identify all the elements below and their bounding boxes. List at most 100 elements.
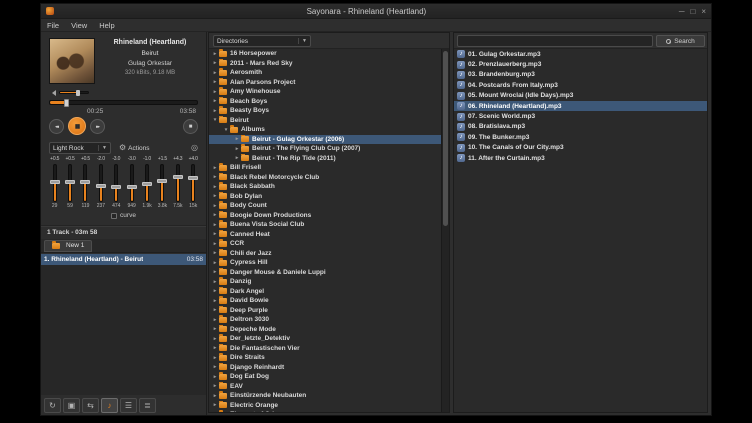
eq-handle[interactable] <box>50 180 60 184</box>
list-button[interactable]: ☰ <box>120 398 137 413</box>
eq-handle[interactable] <box>111 185 121 189</box>
tree-scrollbar-thumb[interactable] <box>443 51 448 226</box>
chevron-down-icon[interactable]: ▾ <box>211 117 219 123</box>
chevron-right-icon[interactable]: ▸ <box>211 184 219 190</box>
eq-slider-3.8k[interactable] <box>155 164 170 202</box>
tree-item[interactable]: ▸16 Horsepower <box>209 49 441 59</box>
chevron-right-icon[interactable]: ▸ <box>233 146 241 152</box>
append-button[interactable]: ♪ <box>101 398 118 413</box>
curve-checkbox[interactable] <box>111 213 117 219</box>
seek-slider[interactable] <box>49 100 198 105</box>
chevron-right-icon[interactable]: ▸ <box>211 108 219 114</box>
tree-item[interactable]: ▸Depeche Mode <box>209 325 441 335</box>
tree-item[interactable]: ▸Body Count <box>209 201 441 211</box>
tree-item[interactable]: ▸Beirut - The Rip Tide (2011) <box>209 154 441 164</box>
chevron-down-icon[interactable]: ▾ <box>222 127 230 133</box>
chevron-right-icon[interactable]: ▸ <box>211 70 219 76</box>
tree-item[interactable]: ▸David Bowie <box>209 296 441 306</box>
eq-slider-474[interactable] <box>109 164 124 202</box>
album-art[interactable] <box>49 38 95 84</box>
volume-slider[interactable] <box>59 91 89 94</box>
chevron-right-icon[interactable]: ▸ <box>211 212 219 218</box>
playlist-entry[interactable]: 1. Rhineland (Heartland) - Beirut03:58 <box>41 254 206 265</box>
chevron-right-icon[interactable]: ▸ <box>211 402 219 408</box>
tree-item[interactable]: ▸Einstürzende Neubauten <box>209 391 441 401</box>
playlist-tab[interactable]: New 1 <box>44 240 92 252</box>
eq-handle[interactable] <box>188 176 198 180</box>
eq-handle[interactable] <box>173 175 183 179</box>
chevron-right-icon[interactable]: ▸ <box>211 383 219 389</box>
tree-item[interactable]: ▸Boogie Down Productions <box>209 211 441 221</box>
eq-handle[interactable] <box>65 180 75 184</box>
minimize-icon[interactable]: ─ <box>679 7 685 16</box>
chevron-right-icon[interactable]: ▸ <box>211 203 219 209</box>
repeat-button[interactable]: ↻ <box>44 398 61 413</box>
tree-item[interactable]: ▸Alan Parsons Project <box>209 78 441 88</box>
eq-slider-1.9k[interactable] <box>139 164 154 202</box>
tree-item[interactable]: ▸Bill Frisell <box>209 163 441 173</box>
chevron-right-icon[interactable]: ▸ <box>211 317 219 323</box>
chevron-right-icon[interactable]: ▸ <box>211 222 219 228</box>
eq-handle[interactable] <box>157 179 167 183</box>
file-item[interactable]: ♪05. Mount Wroclai (Idle Days).mp3 <box>454 91 707 101</box>
search-input[interactable] <box>457 35 653 47</box>
eq-slider-119[interactable] <box>78 164 93 202</box>
next-button[interactable]: ▸▸ <box>90 119 105 134</box>
eq-slider-29[interactable] <box>47 164 62 202</box>
chevron-right-icon[interactable]: ▸ <box>233 155 241 161</box>
equalizer-preset-select[interactable]: Light Rock ▼ <box>49 142 111 154</box>
tree-item[interactable]: ▸Die Fantastischen Vier <box>209 344 441 354</box>
library-view-select[interactable]: Directories ▼ <box>213 35 311 47</box>
tree-item[interactable]: ▸Chili der Jazz <box>209 249 441 259</box>
file-item[interactable]: ♪09. The Bunker.mp3 <box>454 132 707 142</box>
chevron-right-icon[interactable]: ▸ <box>211 288 219 294</box>
tree-item[interactable]: ▸Dire Straits <box>209 353 441 363</box>
tree-item[interactable]: ▸Black Sabbath <box>209 182 441 192</box>
chevron-right-icon[interactable]: ▸ <box>211 260 219 266</box>
eq-handle[interactable] <box>142 182 152 186</box>
broadcast-icon[interactable]: ◎ <box>191 142 198 154</box>
chevron-right-icon[interactable]: ▸ <box>211 336 219 342</box>
eq-slider-949[interactable] <box>124 164 139 202</box>
tree-item[interactable]: ▸Beirut - The Flying Club Cup (2007) <box>209 144 441 154</box>
chevron-right-icon[interactable]: ▸ <box>211 364 219 370</box>
file-item[interactable]: ♪06. Rhineland (Heartland).mp3 <box>454 101 707 111</box>
tree-item[interactable]: ▸CCR <box>209 239 441 249</box>
file-item[interactable]: ♪10. The Canals of Our City.mp3 <box>454 143 707 153</box>
tree-item[interactable]: ▸Deltron 3030 <box>209 315 441 325</box>
file-item[interactable]: ♪08. Bratislava.mp3 <box>454 122 707 132</box>
play-pause-button[interactable]: ▮▮ <box>68 117 86 135</box>
seek-handle[interactable] <box>64 99 69 107</box>
chevron-right-icon[interactable]: ▸ <box>211 98 219 104</box>
tree-item[interactable]: ▸Buena Vista Social Club <box>209 220 441 230</box>
tree-item[interactable]: ▸Electric Orange <box>209 401 441 411</box>
eq-handle[interactable] <box>127 185 137 189</box>
chevron-right-icon[interactable]: ▸ <box>211 174 219 180</box>
volume-handle[interactable] <box>76 90 80 96</box>
chevron-right-icon[interactable]: ▸ <box>211 298 219 304</box>
tree-item[interactable]: ▸Canned Heat <box>209 230 441 240</box>
chevron-right-icon[interactable]: ▸ <box>211 269 219 275</box>
tree-item[interactable]: ▸Dark Angel <box>209 287 441 297</box>
eq-handle[interactable] <box>96 184 106 188</box>
chevron-right-icon[interactable]: ▸ <box>211 193 219 199</box>
chevron-right-icon[interactable]: ▸ <box>211 241 219 247</box>
tree-scrollbar[interactable] <box>441 49 449 412</box>
tree-item[interactable]: ▸Beirut - Gulag Orkestar (2006) <box>209 135 441 145</box>
tree-item[interactable]: ▸Beasty Boys <box>209 106 441 116</box>
file-item[interactable]: ♪11. After the Curtain.mp3 <box>454 153 707 163</box>
chevron-right-icon[interactable]: ▸ <box>211 89 219 95</box>
file-item[interactable]: ♪03. Brandenburg.mp3 <box>454 70 707 80</box>
file-item[interactable]: ♪01. Gulag Orkestar.mp3 <box>454 49 707 59</box>
file-item[interactable]: ♪07. Scenic World.mp3 <box>454 111 707 121</box>
tree-item[interactable]: ▸Deep Purple <box>209 306 441 316</box>
chevron-right-icon[interactable]: ▸ <box>211 165 219 171</box>
tree-item[interactable]: ▸Der_letzte_Detektiv <box>209 334 441 344</box>
tree-item[interactable]: ▸Danger Mouse & Daniele Luppi <box>209 268 441 278</box>
menu-file[interactable]: File <box>41 21 65 30</box>
shuffle-button[interactable]: ⇆ <box>82 398 99 413</box>
dynamic-button[interactable]: ▣ <box>63 398 80 413</box>
tree-item[interactable]: ▸Bob Dylan <box>209 192 441 202</box>
eq-slider-237[interactable] <box>93 164 108 202</box>
chevron-right-icon[interactable]: ▸ <box>211 355 219 361</box>
